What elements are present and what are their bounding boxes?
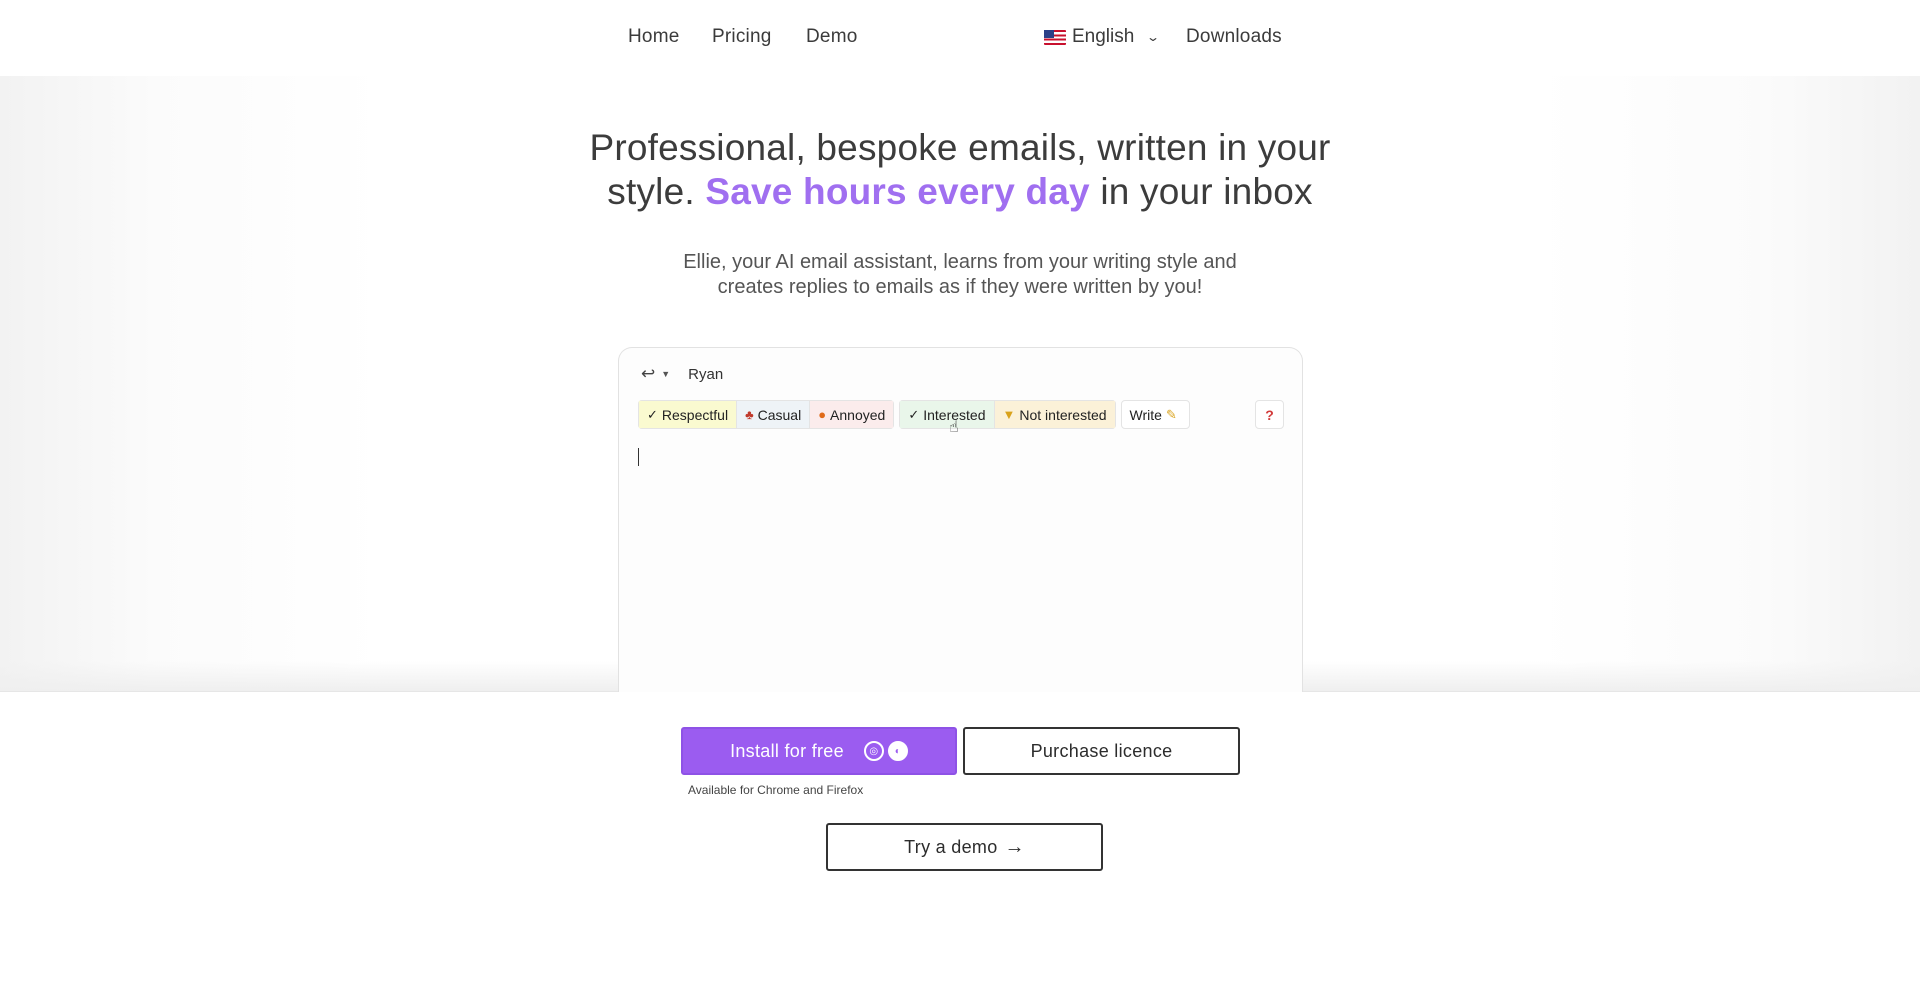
- arrow-right-icon: →: [1004, 835, 1025, 858]
- email-compose-preview: ↩ ▼ Ryan ✓ Respectful ♣ Casual ● Annoyed…: [618, 347, 1303, 692]
- page-headline: Professional, bespoke emails, written in…: [589, 127, 1331, 212]
- text-cursor[interactable]: [638, 448, 639, 466]
- chip-annoyed[interactable]: ● Annoyed: [810, 400, 895, 429]
- hero-subtitle: Ellie, your AI email assistant, learns f…: [683, 251, 1237, 298]
- pointer-cursor-icon: ☝: [949, 419, 959, 436]
- firefox-icon: ◐: [887, 741, 908, 761]
- casual-emoji-icon: ♣: [745, 407, 754, 422]
- angry-face-icon: ●: [818, 407, 827, 422]
- check-icon: ✓: [647, 406, 658, 422]
- us-flag-icon: [1044, 29, 1066, 45]
- caret-down-icon[interactable]: ▼: [661, 369, 670, 379]
- install-button[interactable]: Install for free ◎ ◐: [681, 727, 957, 775]
- try-demo-button[interactable]: Try a demo →: [826, 823, 1103, 871]
- nav-home-link[interactable]: Home: [628, 26, 679, 48]
- language-label: English: [1072, 26, 1135, 47]
- chip-not-interested[interactable]: ▼ Not interested: [994, 400, 1116, 429]
- help-button[interactable]: ?: [1255, 400, 1284, 429]
- tone-chip-bar: ✓ Respectful ♣ Casual ● Annoyed ✓ Intere…: [638, 400, 1190, 429]
- chip-interested[interactable]: ✓ Interested: [899, 400, 995, 429]
- chip-casual[interactable]: ♣ Casual: [737, 400, 811, 429]
- chevron-down-icon: ⌄: [1146, 30, 1161, 44]
- thumbs-down-icon: ▼: [1002, 407, 1016, 422]
- availability-note: Available for Chrome and Firefox: [688, 783, 864, 797]
- interest-group: ✓ Interested ▼ Not interested: [899, 400, 1116, 429]
- chip-write[interactable]: Write ✎: [1120, 400, 1190, 429]
- nav-demo-link[interactable]: Demo: [806, 26, 857, 48]
- check-icon: ✓: [908, 406, 920, 422]
- nav-downloads-link[interactable]: Downloads: [1186, 26, 1282, 48]
- chip-respectful[interactable]: ✓ Respectful: [638, 400, 738, 429]
- nav-pricing-link[interactable]: Pricing: [712, 26, 771, 48]
- chrome-icon: ◎: [863, 741, 884, 761]
- reply-icon[interactable]: ↩: [641, 364, 655, 384]
- language-selector[interactable]: English ⌄: [1044, 26, 1161, 48]
- pencil-icon: ✎: [1165, 406, 1177, 422]
- tone-group: ✓ Respectful ♣ Casual ● Annoyed: [638, 400, 895, 429]
- purchase-licence-button[interactable]: Purchase licence: [963, 727, 1240, 775]
- top-nav: Home Pricing Demo English ⌄ Downloads: [0, 0, 1920, 76]
- headline-highlight: Save hours every day: [705, 171, 1090, 212]
- recipient-name: Ryan: [688, 365, 724, 383]
- reply-header: ↩ ▼ Ryan: [641, 364, 723, 384]
